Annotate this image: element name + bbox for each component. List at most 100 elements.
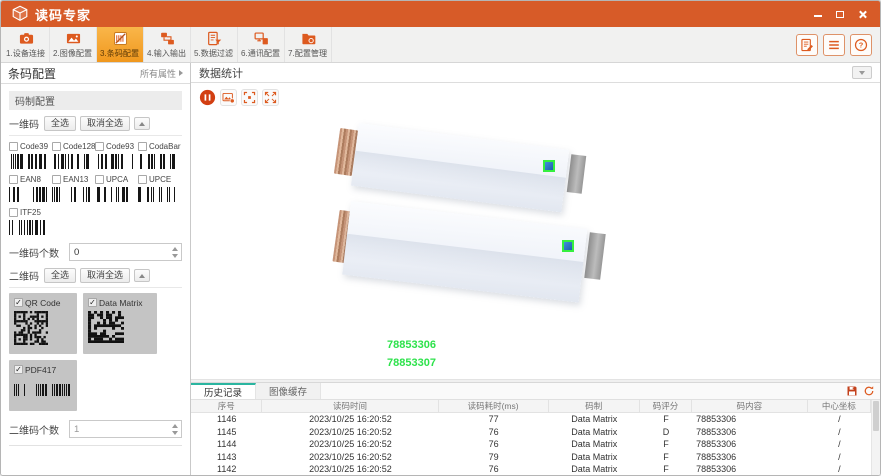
toolbar-tab-io[interactable]: 4.输入输出 (144, 27, 191, 62)
report-button[interactable] (796, 34, 818, 56)
checkbox-ean13[interactable] (52, 175, 61, 184)
one-d-count-spinner[interactable] (172, 244, 178, 260)
checkbox-code128[interactable] (52, 142, 61, 151)
two-d-count-spinner[interactable] (172, 421, 178, 437)
barcode-type-label: ITF25 (20, 208, 41, 217)
one-d-collapse-button[interactable] (134, 117, 150, 130)
table-cell: D (640, 426, 692, 439)
close-button[interactable] (854, 7, 870, 21)
table-cell: 78853306 (692, 451, 808, 464)
toolbar-tab-barcode[interactable]: 3.条码配置 (97, 27, 144, 62)
table-scrollbar[interactable] (871, 400, 880, 475)
table-cell: 79 (439, 451, 549, 464)
checkbox-data-matrix[interactable]: ✓ (88, 298, 97, 307)
list-button[interactable] (823, 34, 845, 56)
checkbox-pdf417[interactable]: ✓ (14, 365, 23, 374)
checkbox-itf25[interactable] (9, 208, 18, 217)
toolbar-tab-config[interactable]: 7.配置管理 (285, 27, 332, 62)
barcode-type-qr-code[interactable]: ✓QR Code (9, 293, 77, 354)
all-properties-link[interactable]: 所有属性 (140, 67, 183, 80)
spinner-up-icon (172, 424, 178, 428)
two-d-deselect-all-button[interactable]: 取消全选 (80, 268, 130, 283)
image-save-button[interactable] (220, 89, 237, 106)
table-row[interactable]: 11432023/10/25 16:20:5279Data MatrixF788… (191, 451, 871, 464)
barcode-config-panel: 条码配置 所有属性 码制配置 一维码 全选 取消全选 Code39Code128… (1, 63, 191, 475)
one-d-deselect-all-button[interactable]: 取消全选 (80, 116, 130, 131)
one-d-count-input[interactable]: 0 (69, 243, 182, 261)
expand-icon (264, 91, 277, 104)
table-cell: 1142 (191, 463, 262, 475)
barcode-checkbox-row: ✓QR Code (14, 297, 72, 308)
inspected-part-1 (351, 123, 569, 212)
full-screen-button[interactable] (262, 89, 279, 106)
table-row[interactable]: 11442023/10/25 16:20:5276Data MatrixF788… (191, 438, 871, 451)
save-button[interactable] (845, 384, 859, 398)
table-row[interactable]: 11452023/10/25 16:20:5276Data MatrixD788… (191, 426, 871, 439)
table-cell: 2023/10/25 16:20:52 (262, 451, 438, 464)
toolbar-tab-device[interactable]: 1.设备连接 (3, 27, 50, 62)
barcode-checkbox-row: Code93 (95, 141, 138, 152)
checkbox-code93[interactable] (95, 142, 104, 151)
horizontal-splitter[interactable] (191, 379, 880, 383)
refresh-button[interactable] (862, 384, 876, 398)
table-cell: 1144 (191, 438, 262, 451)
table-cell: 1143 (191, 451, 262, 464)
toolbar-tab-image[interactable]: 2.图像配置 (50, 27, 97, 62)
fit-view-button[interactable] (241, 89, 258, 106)
table-cell: 2023/10/25 16:20:52 (262, 413, 438, 426)
checkbox-ean8[interactable] (9, 175, 18, 184)
column-header-4[interactable]: 码评分 (640, 400, 692, 412)
barcode-sample-image (138, 187, 181, 202)
checkbox-code39[interactable] (9, 142, 18, 151)
column-header-5[interactable]: 码内容 (692, 400, 808, 412)
column-header-1[interactable]: 读码时间 (262, 400, 438, 412)
column-header-3[interactable]: 码制 (549, 400, 640, 412)
scrollbar-thumb[interactable] (873, 401, 879, 431)
column-header-6[interactable]: 中心坐标 (808, 400, 871, 412)
help-icon: ? (854, 38, 868, 52)
history-panel: 历史记录图像缓存 序号读码时间读码耗时(ms)码制码评分码内容中心坐标 1146… (191, 383, 880, 475)
barcode-type-itf25: ITF25 (9, 207, 52, 238)
list-icon (827, 38, 841, 52)
one-d-select-all-button[interactable]: 全选 (44, 116, 76, 131)
history-tab-1[interactable]: 图像缓存 (256, 383, 321, 399)
two-d-collapse-button[interactable] (134, 269, 150, 282)
chevron-down-icon (859, 71, 865, 75)
toolbar-tab-filter[interactable]: 5.数据过滤 (191, 27, 238, 62)
table-cell: 78853306 (692, 413, 808, 426)
image-viewer[interactable]: 78853306 78853307 (191, 83, 880, 379)
two-d-count-input[interactable]: 1 (69, 420, 182, 438)
table-row[interactable]: 11462023/10/25 16:20:5277Data MatrixF788… (191, 413, 871, 426)
toolbar-tab-comm[interactable]: 6.通讯配置 (238, 27, 285, 62)
pause-button[interactable] (199, 89, 216, 106)
checkbox-upce[interactable] (138, 175, 147, 184)
left-panel-header: 条码配置 所有属性 (1, 63, 190, 84)
maximize-button[interactable] (832, 7, 848, 21)
statistics-dropdown-button[interactable] (852, 66, 872, 79)
barcode-type-data-matrix[interactable]: ✓Data Matrix (83, 293, 157, 354)
checkbox-upca[interactable] (95, 175, 104, 184)
barcode-checkbox-row: Code39 (9, 141, 52, 152)
chevron-up-icon (139, 274, 145, 278)
table-cell: 76 (439, 426, 549, 439)
barcode-checkbox-row: UPCA (95, 174, 138, 185)
barcode-checkbox-row: EAN8 (9, 174, 52, 185)
table-row[interactable]: 11422023/10/25 16:20:5276Data MatrixF788… (191, 463, 871, 475)
barcode-type-pdf417[interactable]: ✓PDF417 (9, 360, 77, 411)
checkbox-qr-code[interactable]: ✓ (14, 298, 23, 307)
barcode-type-ean8: EAN8 (9, 174, 52, 205)
io-icon (160, 30, 175, 46)
column-header-2[interactable]: 读码耗时(ms) (439, 400, 549, 412)
two-d-select-all-button[interactable]: 全选 (44, 268, 76, 283)
column-header-0[interactable]: 序号 (191, 400, 262, 412)
barcode-sample-image (14, 311, 72, 350)
checkbox-codabar[interactable] (138, 142, 147, 151)
table-cell: F (640, 438, 692, 451)
table-cell: 77 (439, 413, 549, 426)
inspected-part-2 (342, 201, 587, 303)
minimize-button[interactable] (810, 7, 826, 21)
help-button[interactable]: ? (850, 34, 872, 56)
history-tab-0[interactable]: 历史记录 (191, 383, 256, 399)
fit-icon (243, 91, 256, 104)
barcode-type-label: Code39 (20, 142, 48, 151)
